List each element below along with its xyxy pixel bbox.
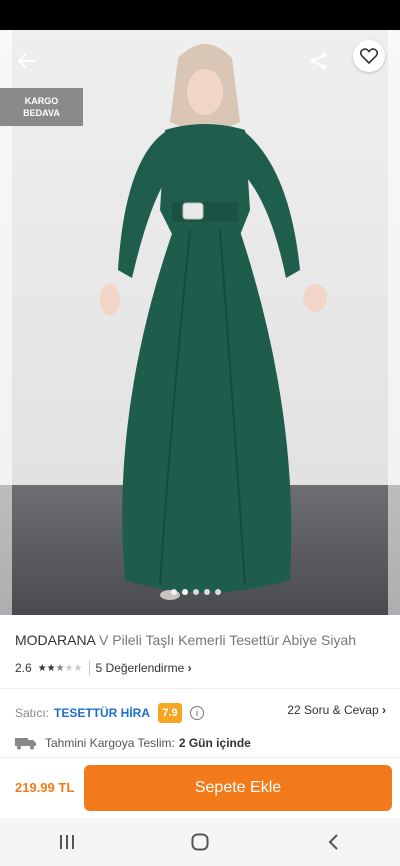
delivery-value: 2 Gün içinde bbox=[178, 736, 251, 750]
image-edge-right bbox=[388, 30, 400, 615]
info-icon[interactable]: i bbox=[190, 706, 205, 720]
rating-row: 2.6 ★★★★★ 5 Değerlendirme › bbox=[15, 661, 192, 675]
seller-name-link[interactable]: TESETTÜR HİRA bbox=[54, 706, 150, 720]
divider bbox=[0, 688, 400, 689]
system-nav-bar bbox=[0, 818, 400, 866]
free-shipping-badge: KARGO BEDAVA bbox=[0, 88, 83, 126]
delivery-row: Tahmini Kargoya Teslim: 2 Gün içinde bbox=[15, 736, 251, 750]
cargo-badge-line2: BEDAVA bbox=[23, 108, 60, 118]
arrow-left-icon bbox=[17, 53, 35, 69]
product-image-carousel[interactable]: KARGO BEDAVA bbox=[0, 30, 400, 615]
home-button[interactable] bbox=[180, 822, 220, 862]
delivery-label: Tahmini Kargoya Teslim: bbox=[45, 736, 175, 750]
carousel-dot[interactable] bbox=[193, 589, 199, 595]
product-name: V Pileli Taşlı Kemerli Tesettür Abiye Si… bbox=[99, 632, 357, 648]
nav-back-button[interactable] bbox=[313, 822, 353, 862]
qa-label: 22 Soru & Cevap bbox=[287, 703, 379, 717]
reviews-link[interactable]: 5 Değerlendirme › bbox=[96, 661, 192, 675]
seller-row: Satıcı: TESETTÜR HİRA 7.9 i bbox=[15, 703, 205, 723]
divider bbox=[0, 757, 400, 758]
rating-separator bbox=[88, 661, 90, 675]
reviews-label: 5 Değerlendirme bbox=[95, 661, 185, 675]
chevron-right-icon: › bbox=[382, 703, 386, 717]
favorite-button[interactable] bbox=[353, 40, 385, 72]
chevron-right-icon: › bbox=[187, 661, 192, 675]
heart-icon bbox=[360, 48, 378, 64]
product-title: MODARANA V Pileli Taşlı Kemerli Tesettür… bbox=[15, 632, 356, 648]
recent-apps-button[interactable] bbox=[47, 822, 87, 862]
carousel-dot[interactable] bbox=[215, 589, 221, 595]
seller-label: Satıcı: bbox=[15, 706, 50, 720]
home-icon bbox=[191, 833, 209, 851]
qa-link[interactable]: 22 Soru & Cevap › bbox=[287, 703, 386, 717]
cargo-badge-line1: KARGO bbox=[24, 96, 59, 106]
back-icon bbox=[328, 834, 339, 850]
share-button[interactable] bbox=[302, 44, 336, 78]
share-icon bbox=[310, 52, 327, 70]
seller-score-badge: 7.9 bbox=[158, 703, 183, 723]
carousel-dot[interactable] bbox=[171, 589, 177, 595]
price: 219.99 TL bbox=[15, 780, 75, 795]
add-to-cart-button[interactable]: Sepete Ekle bbox=[84, 765, 392, 811]
carousel-dot-active[interactable] bbox=[182, 589, 188, 595]
truck-icon bbox=[15, 738, 36, 750]
recent-apps-icon bbox=[59, 835, 74, 849]
rating-stars: ★★★★★ bbox=[37, 662, 83, 674]
status-bar bbox=[0, 0, 400, 30]
back-button[interactable] bbox=[10, 44, 44, 78]
carousel-indicator bbox=[171, 589, 221, 595]
carousel-dot[interactable] bbox=[204, 589, 210, 595]
product-brand[interactable]: MODARANA bbox=[15, 632, 95, 648]
rating-value: 2.6 bbox=[15, 661, 32, 675]
